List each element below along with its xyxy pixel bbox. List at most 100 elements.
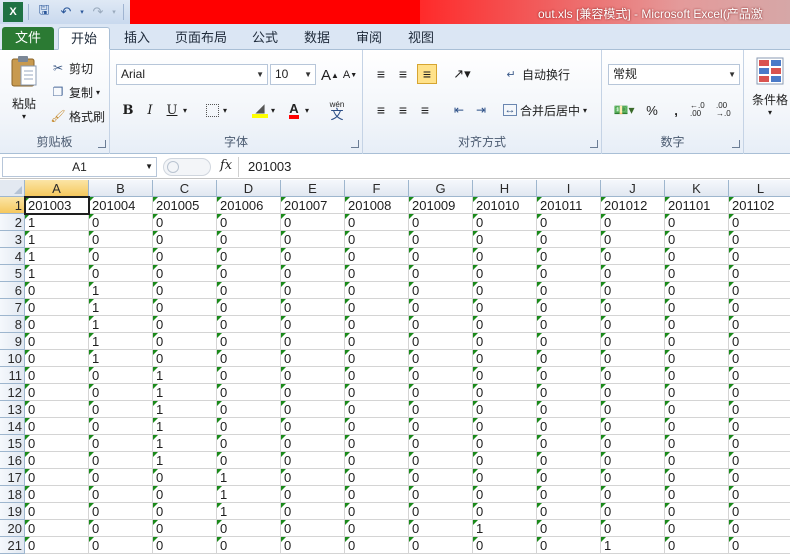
cell-l19[interactable]: 0 [729,503,790,520]
cell-h15[interactable]: 0 [473,435,537,452]
cell-c18[interactable]: 0 [153,486,217,503]
cell-e17[interactable]: 0 [281,469,345,486]
row-header-20[interactable]: 20 [0,520,25,537]
cell-j6[interactable]: 0 [601,282,665,299]
cell-a14[interactable]: 0 [25,418,89,435]
cell-b13[interactable]: 0 [89,401,153,418]
row-header-14[interactable]: 14 [0,418,25,435]
cell-f13[interactable]: 0 [345,401,409,418]
cell-k15[interactable]: 0 [665,435,729,452]
cell-d21[interactable]: 0 [217,537,281,554]
cell-f6[interactable]: 0 [345,282,409,299]
cell-e5[interactable]: 0 [281,265,345,282]
cell-k14[interactable]: 0 [665,418,729,435]
row-header-2[interactable]: 2 [0,214,25,231]
cell-c12[interactable]: 1 [153,384,217,401]
cell-l2[interactable]: 0 [729,214,790,231]
cell-l3[interactable]: 0 [729,231,790,248]
cell-k10[interactable]: 0 [665,350,729,367]
cell-g7[interactable]: 0 [409,299,473,316]
row-header-8[interactable]: 8 [0,316,25,333]
cell-d13[interactable]: 0 [217,401,281,418]
cell-a21[interactable]: 0 [25,537,89,554]
cell-j20[interactable]: 0 [601,520,665,537]
cell-a4[interactable]: 1 [25,248,89,265]
cell-b16[interactable]: 0 [89,452,153,469]
cell-g21[interactable]: 0 [409,537,473,554]
cell-l18[interactable]: 0 [729,486,790,503]
cell-a7[interactable]: 0 [25,299,89,316]
cell-d1[interactable]: 201006 [217,197,281,214]
cell-b4[interactable]: 0 [89,248,153,265]
save-icon[interactable]: 🖫 [34,2,54,22]
cell-e12[interactable]: 0 [281,384,345,401]
cell-g9[interactable]: 0 [409,333,473,350]
cell-c6[interactable]: 0 [153,282,217,299]
cell-i3[interactable]: 0 [537,231,601,248]
cell-i10[interactable]: 0 [537,350,601,367]
cell-g12[interactable]: 0 [409,384,473,401]
cell-a10[interactable]: 0 [25,350,89,367]
cell-l11[interactable]: 0 [729,367,790,384]
column-header-d[interactable]: D [217,180,281,197]
cell-c15[interactable]: 1 [153,435,217,452]
cell-j15[interactable]: 0 [601,435,665,452]
decrease-indent-button[interactable]: ⇤ [449,100,469,120]
cell-c13[interactable]: 1 [153,401,217,418]
redo-icon[interactable]: ↷ [88,2,108,22]
cell-i4[interactable]: 0 [537,248,601,265]
cell-e15[interactable]: 0 [281,435,345,452]
cell-l20[interactable]: 0 [729,520,790,537]
merge-center-button[interactable]: ↔ 合并后居中 ▾ [503,100,587,120]
cell-k20[interactable]: 0 [665,520,729,537]
cell-f2[interactable]: 0 [345,214,409,231]
cell-b9[interactable]: 1 [89,333,153,350]
percent-style-button[interactable]: % [642,100,662,120]
cell-j1[interactable]: 201012 [601,197,665,214]
cell-h9[interactable]: 0 [473,333,537,350]
cell-a11[interactable]: 0 [25,367,89,384]
cell-i6[interactable]: 0 [537,282,601,299]
cell-f11[interactable]: 0 [345,367,409,384]
cell-e20[interactable]: 0 [281,520,345,537]
cell-e6[interactable]: 0 [281,282,345,299]
font-name-select[interactable]: Arial ▼ [116,64,268,85]
cell-c8[interactable]: 0 [153,316,217,333]
orientation-button[interactable]: ↗▾ [449,64,475,84]
cell-d3[interactable]: 0 [217,231,281,248]
format-painter-button[interactable]: 🖌 格式刷 [50,106,105,126]
cell-e18[interactable]: 0 [281,486,345,503]
cell-e4[interactable]: 0 [281,248,345,265]
row-header-11[interactable]: 11 [0,367,25,384]
cell-c4[interactable]: 0 [153,248,217,265]
cell-i16[interactable]: 0 [537,452,601,469]
row-header-13[interactable]: 13 [0,401,25,418]
cell-b3[interactable]: 0 [89,231,153,248]
name-box[interactable]: A1 ▼ [2,157,157,177]
cell-i2[interactable]: 0 [537,214,601,231]
cell-d4[interactable]: 0 [217,248,281,265]
cell-k6[interactable]: 0 [665,282,729,299]
cell-k5[interactable]: 0 [665,265,729,282]
cell-k8[interactable]: 0 [665,316,729,333]
cell-k21[interactable]: 0 [665,537,729,554]
cell-d11[interactable]: 0 [217,367,281,384]
tab-home[interactable]: 开始 [58,27,110,50]
cell-c19[interactable]: 0 [153,503,217,520]
comma-style-button[interactable]: , [666,100,686,120]
cell-j14[interactable]: 0 [601,418,665,435]
cell-e3[interactable]: 0 [281,231,345,248]
decrease-decimal-button[interactable]: .00 →.0 [716,100,740,120]
tab-insert[interactable]: 插入 [118,27,156,50]
cell-h16[interactable]: 0 [473,452,537,469]
cell-g5[interactable]: 0 [409,265,473,282]
cell-l1[interactable]: 201102 [729,197,790,214]
cell-f19[interactable]: 0 [345,503,409,520]
shrink-font-button[interactable]: A ▼ [340,65,360,85]
cell-l6[interactable]: 0 [729,282,790,299]
font-size-select[interactable]: 10 ▼ [270,64,316,85]
cell-g20[interactable]: 0 [409,520,473,537]
cell-i11[interactable]: 0 [537,367,601,384]
alignment-launcher-icon[interactable] [590,140,598,148]
cell-c17[interactable]: 0 [153,469,217,486]
